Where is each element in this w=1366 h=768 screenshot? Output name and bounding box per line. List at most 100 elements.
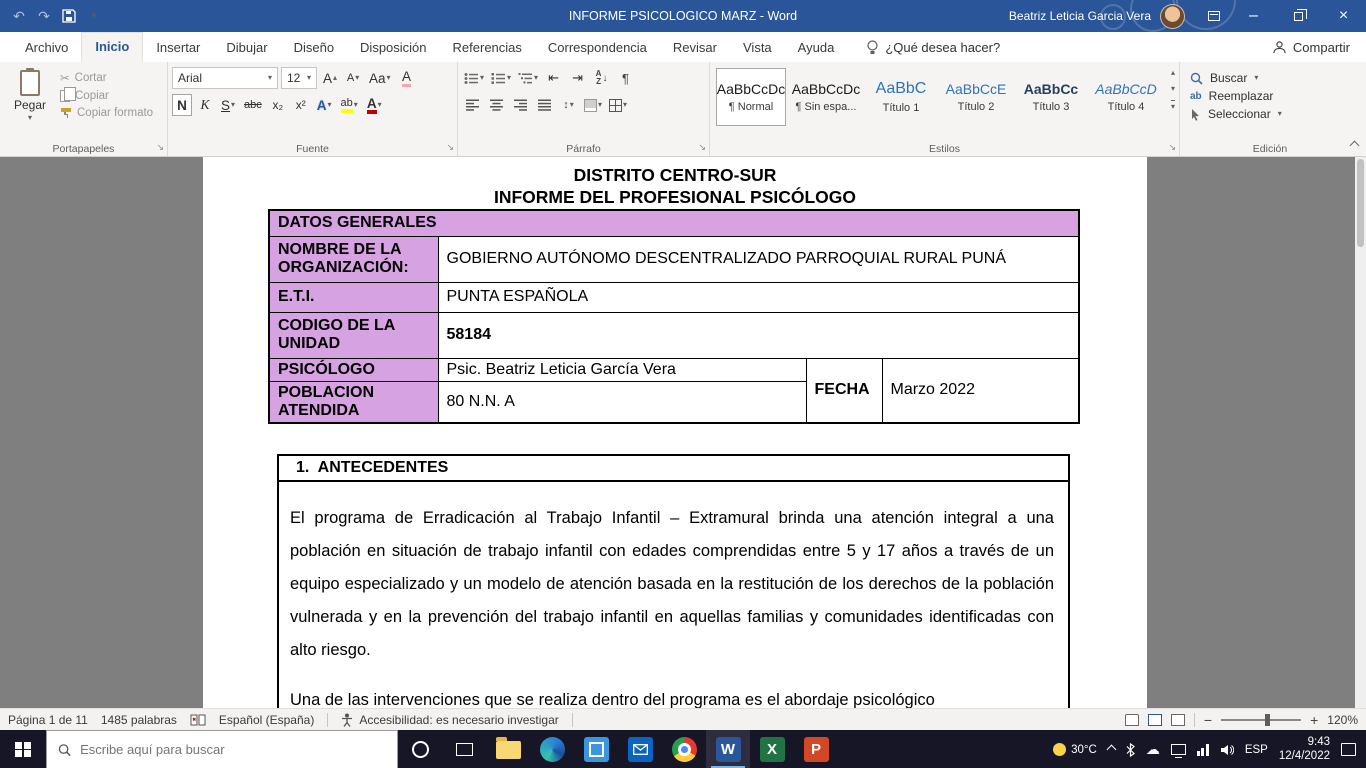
tab-diseno[interactable]: Diseño	[281, 34, 347, 62]
signal-icon[interactable]	[1197, 744, 1209, 756]
tab-correspondencia[interactable]: Correspondencia	[535, 34, 660, 62]
increase-indent-button[interactable]: ⇥	[567, 67, 588, 89]
tab-insertar[interactable]: Insertar	[143, 34, 213, 62]
find-button[interactable]: Buscar ▾	[1190, 71, 1356, 85]
show-hidden-icons[interactable]	[1108, 744, 1115, 756]
minimize-button[interactable]: –	[1231, 0, 1276, 32]
outlook-button[interactable]	[618, 730, 662, 768]
proofing-status[interactable]	[190, 714, 206, 726]
share-button[interactable]: Compartir	[1273, 40, 1350, 55]
style-titulo-1[interactable]: AaBbC Título 1	[866, 68, 936, 126]
borders-button[interactable]: ▾	[607, 94, 629, 116]
bullets-button[interactable]: ▾	[462, 67, 486, 89]
show-marks-button[interactable]: ¶	[615, 67, 636, 89]
clipboard-dialog-launcher-icon[interactable]: ↘	[156, 142, 164, 153]
tab-inicio[interactable]: Inicio	[81, 32, 143, 62]
change-case-button[interactable]: Aa▾	[366, 67, 394, 89]
cortana-button[interactable]	[398, 730, 442, 768]
tab-referencias[interactable]: Referencias	[440, 34, 535, 62]
web-layout-button[interactable]	[1171, 714, 1185, 726]
bluetooth-icon[interactable]	[1126, 743, 1135, 757]
print-layout-button[interactable]	[1148, 714, 1162, 726]
document-page[interactable]: DISTRITO CENTRO-SUR INFORME DEL PROFESIO…	[203, 157, 1147, 708]
font-size-select[interactable]: 12 ▾	[281, 67, 317, 89]
notification-center-icon[interactable]	[1341, 743, 1356, 756]
task-view-button[interactable]	[442, 730, 486, 768]
datos-generales-table[interactable]: DATOS GENERALES NOMBRE DE LA ORGANIZACIÓ…	[268, 209, 1080, 424]
align-left-button[interactable]	[462, 94, 483, 116]
tab-ayuda[interactable]: Ayuda	[785, 34, 848, 62]
accessibility-status[interactable]: Accesibilidad: es necesario investigar	[341, 713, 558, 727]
bold-button[interactable]: N	[172, 94, 192, 116]
page-indicator[interactable]: Página 1 de 11	[8, 713, 88, 727]
zoom-in-button[interactable]: +	[1310, 712, 1318, 728]
align-center-button[interactable]	[486, 94, 507, 116]
zoom-level[interactable]: 120%	[1327, 713, 1358, 727]
shading-button[interactable]: ▾	[582, 94, 604, 116]
tab-dibujar[interactable]: Dibujar	[213, 34, 280, 62]
zoom-out-button[interactable]: −	[1204, 712, 1212, 728]
paste-button[interactable]: Pegar ▾	[4, 67, 56, 140]
styles-scroll-down-icon[interactable]: ▾	[1171, 84, 1175, 93]
decrease-indent-button[interactable]: ⇤	[543, 67, 564, 89]
app-button[interactable]	[574, 730, 618, 768]
font-color-button[interactable]: A▾	[364, 94, 385, 116]
style-titulo-3[interactable]: AaBbCc Título 3	[1016, 68, 1086, 126]
collapse-ribbon-icon[interactable]	[1351, 137, 1358, 152]
tab-disposicion[interactable]: Disposición	[347, 34, 439, 62]
style-titulo-2[interactable]: AaBbCcE Título 2	[941, 68, 1011, 126]
excel-button[interactable]: X	[750, 730, 794, 768]
zoom-slider[interactable]	[1221, 719, 1301, 721]
taskbar-search[interactable]	[46, 730, 398, 768]
style-sin-espaciado[interactable]: AaBbCcDc ¶ Sin espa...	[791, 68, 861, 126]
styles-dialog-launcher-icon[interactable]: ↘	[1168, 142, 1176, 153]
vertical-scrollbar[interactable]	[1355, 157, 1366, 708]
qat-customize-caret-icon[interactable]: ▾	[83, 5, 105, 27]
tab-archivo[interactable]: Archivo	[12, 34, 81, 62]
format-painter-button[interactable]: Copiar formato	[60, 107, 153, 119]
superscript-button[interactable]: x²	[291, 94, 311, 116]
taskbar-search-input[interactable]	[80, 742, 386, 757]
avatar[interactable]	[1160, 4, 1185, 29]
copy-button[interactable]: Copiar	[60, 90, 153, 102]
network-icon[interactable]	[1171, 744, 1186, 755]
justify-button[interactable]	[534, 94, 555, 116]
tell-me-search[interactable]: ¿Qué desea hacer?	[867, 40, 1000, 62]
sort-button[interactable]: AZ ↓	[591, 67, 612, 89]
font-name-select[interactable]: Arial ▾	[172, 67, 278, 89]
style-titulo-4[interactable]: AaBbCcD Título 4	[1091, 68, 1161, 126]
language-indicator[interactable]: Español (España)	[219, 713, 314, 727]
edge-button[interactable]	[530, 730, 574, 768]
file-explorer-button[interactable]	[486, 730, 530, 768]
chrome-button[interactable]	[662, 730, 706, 768]
tab-vista[interactable]: Vista	[730, 34, 785, 62]
onedrive-icon[interactable]: ☁	[1146, 741, 1160, 758]
highlight-button[interactable]: ab▾	[338, 94, 361, 116]
subscript-button[interactable]: x₂	[268, 94, 288, 116]
underline-button[interactable]: S▾	[218, 94, 238, 116]
keyboard-language[interactable]: ESP	[1245, 744, 1268, 756]
styles-scroll-up-icon[interactable]: ▴	[1171, 68, 1175, 77]
grow-font-button[interactable]: A▴	[320, 67, 340, 89]
scrollbar-thumb[interactable]	[1357, 159, 1364, 247]
multilevel-list-button[interactable]: ▾	[516, 67, 540, 89]
shrink-font-button[interactable]: A▾	[343, 67, 363, 89]
undo-icon[interactable]: ↶	[8, 5, 30, 27]
tab-revisar[interactable]: Revisar	[660, 34, 730, 62]
strikethrough-button[interactable]: abc	[241, 94, 265, 116]
style-normal[interactable]: AaBbCcDc ¶ Normal	[716, 68, 786, 126]
close-button[interactable]: ×	[1321, 0, 1366, 32]
paragraph-dialog-launcher-icon[interactable]: ↘	[698, 142, 706, 153]
ribbon-display-options-icon[interactable]	[1197, 0, 1231, 32]
powerpoint-button[interactable]: P	[794, 730, 838, 768]
word-count[interactable]: 1485 palabras	[101, 713, 177, 727]
text-effects-button[interactable]: A▾	[314, 94, 335, 116]
clock[interactable]: 9:43 12/4/2022	[1279, 736, 1330, 763]
font-dialog-launcher-icon[interactable]: ↘	[446, 142, 454, 153]
cut-button[interactable]: ✂ Cortar	[60, 71, 153, 85]
volume-icon[interactable]	[1220, 744, 1234, 756]
numbering-button[interactable]: ▾	[489, 67, 513, 89]
weather-widget[interactable]: 30°C	[1053, 743, 1097, 756]
start-button[interactable]	[0, 730, 46, 768]
zoom-slider-thumb[interactable]	[1265, 714, 1270, 726]
